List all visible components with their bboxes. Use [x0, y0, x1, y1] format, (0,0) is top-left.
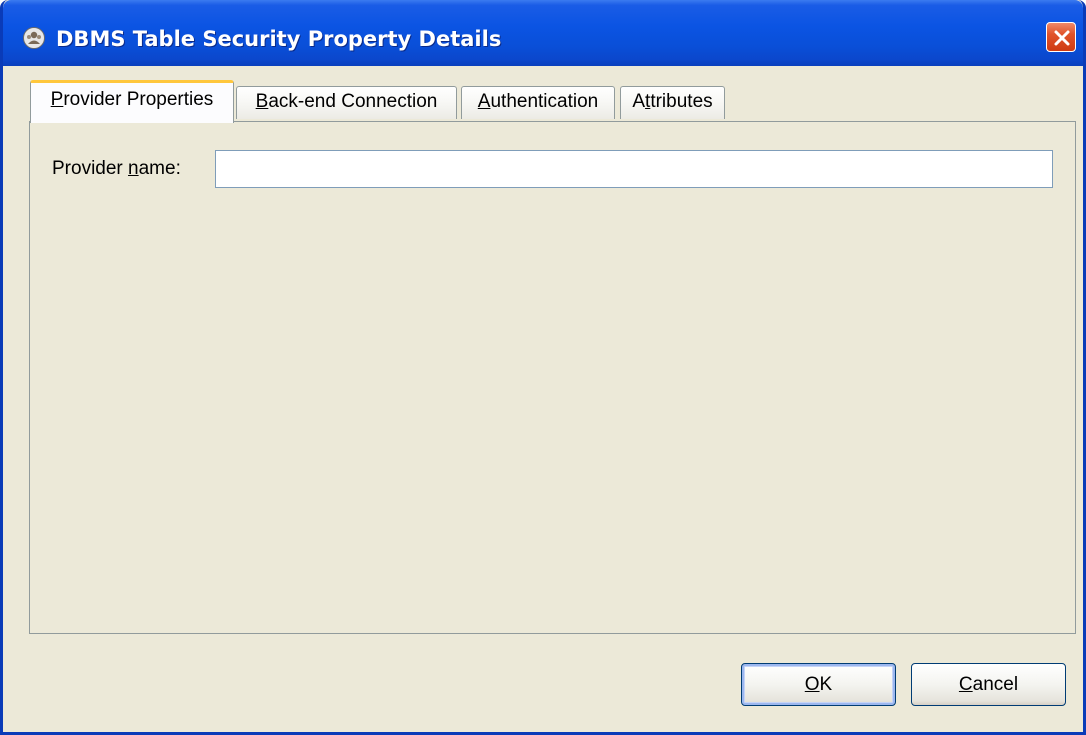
tab-authentication[interactable]: Authentication	[461, 86, 615, 119]
button-mnemonic: O	[804, 673, 820, 695]
tab-provider-properties[interactable]: Provider Properties	[30, 80, 234, 123]
tab-label-mnemonic: P	[50, 89, 64, 110]
cancel-button[interactable]: Cancel	[911, 663, 1066, 706]
tab-label: uthentication	[490, 91, 599, 112]
label-mnemonic: n	[128, 158, 139, 179]
tab-label: A	[632, 91, 646, 112]
ok-button[interactable]: OK	[741, 663, 896, 706]
provider-name-label: Provider name:	[52, 158, 181, 180]
close-icon	[1054, 30, 1070, 46]
button-mnemonic: C	[958, 673, 973, 695]
title-bar[interactable]: DBMS Table Security Property Details	[3, 0, 1083, 66]
tab-label: rovider Properties	[63, 89, 214, 110]
user-icon	[23, 27, 45, 49]
button-label: K	[819, 673, 833, 695]
label-text: ame:	[138, 158, 181, 179]
tab-label: ack-end Connection	[268, 91, 438, 112]
close-button[interactable]	[1046, 22, 1076, 52]
provider-properties-panel: Provider name:	[29, 121, 1076, 634]
dialog-window: DBMS Table Security Property Details Pro…	[0, 0, 1086, 735]
tab-label-mnemonic: A	[477, 91, 491, 112]
button-label: ancel	[972, 673, 1019, 695]
label-text: Provider	[52, 158, 129, 179]
tab-back-end-connection[interactable]: Back-end Connection	[236, 86, 457, 119]
provider-name-input[interactable]	[215, 150, 1053, 188]
window-title: DBMS Table Security Property Details	[56, 27, 502, 51]
tab-label: tributes	[650, 91, 713, 112]
tab-attributes[interactable]: Attributes	[620, 86, 725, 119]
tab-label-mnemonic: B	[255, 91, 269, 112]
